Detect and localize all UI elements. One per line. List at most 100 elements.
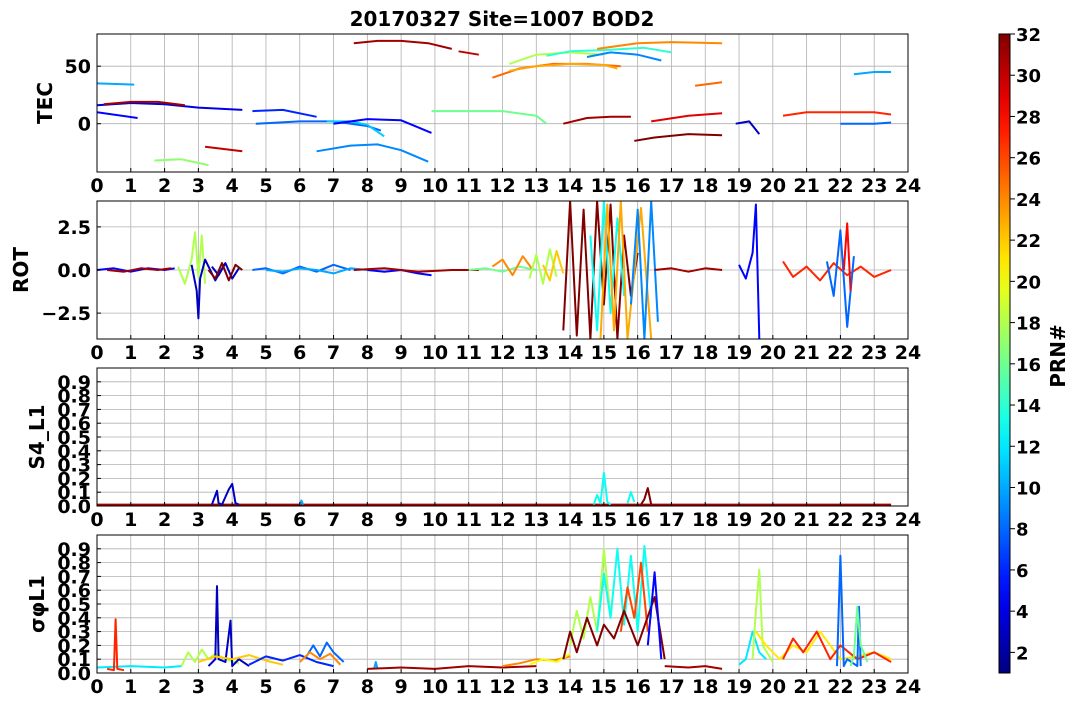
colorbar-tick-label: 4 [1016,602,1029,623]
x-tick-label: 4 [226,175,239,197]
series-prn-31 [664,665,723,670]
x-tick-label: 24 [895,175,921,197]
colorbar-tick-label: 22 [1016,231,1041,252]
x-tick-label: 5 [259,509,272,531]
x-tick-label: 9 [395,342,408,364]
figure-title: 20170327 Site=1007 BOD2 [350,7,655,31]
x-tick-label: 7 [327,676,340,698]
series-prn-29 [651,112,723,123]
x-tick-label: 6 [293,509,306,531]
x-tick-label: 18 [692,175,718,197]
x-tick-label: 18 [692,509,718,531]
x-tick-label: 18 [692,342,718,364]
x-tick-label: 23 [861,175,887,197]
x-tick-label: 3 [192,342,205,364]
x-tick-label: 18 [692,676,718,698]
series-prn-16 [849,605,869,667]
series-prn-31 [563,115,631,125]
series-prn-31 [353,39,453,50]
x-tick-label: 0 [90,509,103,531]
series-prn-10 [97,82,135,86]
x-tick-label: 24 [895,342,921,364]
x-tick-label: 20 [760,676,786,698]
y-tick-label: 50 [65,56,91,78]
x-tick-label: 15 [591,509,617,531]
x-tick-label: 3 [192,175,205,197]
x-tick-label: 14 [557,175,583,197]
x-tick-label: 1 [124,175,137,197]
colorbar-tick-label: 20 [1016,272,1041,293]
x-tick-label: 13 [523,509,549,531]
series-prn-32 [640,487,653,506]
x-tick-label: 3 [192,676,205,698]
colorbar-tick-label: 24 [1016,190,1041,211]
series-prn-31 [367,665,537,670]
x-tick-label: 21 [793,676,819,698]
colorbar-gradient [998,33,1011,674]
x-tick-label: 12 [489,509,515,531]
series-prn-27 [782,111,892,117]
series-prn-18 [569,547,612,646]
panel-rot: 0 1 2 3 4 5 6 7 8 9 10 11 12 13 14 15 16 17 18 19 20 21 22 23 24… [9,200,921,364]
series-prn-32 [634,133,723,142]
x-tick-label: 20 [760,342,786,364]
x-tick-label: 6 [293,676,306,698]
x-tick-label: 4 [226,509,239,531]
colorbar: 2468101214161820222426283032PRN# [998,25,1070,674]
series-prn-5 [738,203,761,339]
series-prn-13 [592,471,612,506]
x-tick-label: 5 [259,175,272,197]
y-tick-label: 0.9 [57,539,91,561]
series-prn-3 [210,482,240,506]
colorbar-label: PRN# [1046,324,1070,388]
x-tick-label: 12 [489,676,515,698]
series-prn-27 [106,618,125,672]
x-tick-label: 15 [591,342,617,364]
x-tick-label: 7 [327,342,340,364]
colorbar-tick-label: 6 [1016,561,1029,582]
x-tick-label: 16 [624,509,650,531]
x-tick-label: 14 [557,676,583,698]
x-tick-label: 16 [624,342,650,364]
panel-tec: 0 1 2 3 4 5 6 7 8 9 10 11 12 13 14 15 16 17 18 19 20 21 22 23 24… [33,33,921,197]
x-tick-label: 6 [293,175,306,197]
x-tick-label: 10 [422,175,448,197]
x-tick-label: 23 [861,676,887,698]
panel-sigma: 0 1 2 3 4 5 6 7 8 9 10 11 12 13 14 15 16 17 18 19 20 21 22 23 24… [25,534,921,698]
x-tick-label: 19 [726,342,752,364]
colorbar-tick-label: 14 [1016,396,1041,417]
x-tick-label: 4 [226,342,239,364]
x-tick-label: 20 [760,175,786,197]
series-prn-17 [154,158,209,167]
x-tick-label: 24 [895,509,921,531]
x-tick-label: 19 [726,509,752,531]
x-tick-label: 24 [895,676,921,698]
x-tick-label: 10 [422,676,448,698]
x-tick-label: 8 [361,676,374,698]
series-prn-8 [840,121,892,125]
series-prn-24 [596,41,723,50]
colorbar-tick-label: 8 [1016,520,1029,541]
series-prn-25 [694,81,723,87]
gridlines [96,34,909,172]
y-tick-label: 0.9 [57,372,91,394]
x-tick-label: 1 [124,342,137,364]
x-tick-label: 9 [395,676,408,698]
x-tick-label: 22 [827,342,853,364]
x-tick-label: 12 [489,342,515,364]
x-tick-label: 5 [259,342,272,364]
x-tick-label: 15 [591,676,617,698]
series-prn-23 [509,62,618,72]
panels: 0 1 2 3 4 5 6 7 8 9 10 11 12 13 14 15 16 17 18 19 20 21 22 23 24… [9,33,921,698]
x-tick-label: 1 [124,676,137,698]
x-tick-label: 6 [293,342,306,364]
series-prn-5 [333,118,432,134]
x-tick-label: 11 [455,509,481,531]
x-tick-label: 11 [455,342,481,364]
series-prn-13 [626,491,636,504]
colorbar-tick-label: 10 [1016,478,1041,499]
x-tick-label: 9 [395,175,408,197]
series-prn-5 [646,571,663,660]
x-tick-label: 17 [658,342,684,364]
colorbar-tick-label: 30 [1016,66,1041,87]
